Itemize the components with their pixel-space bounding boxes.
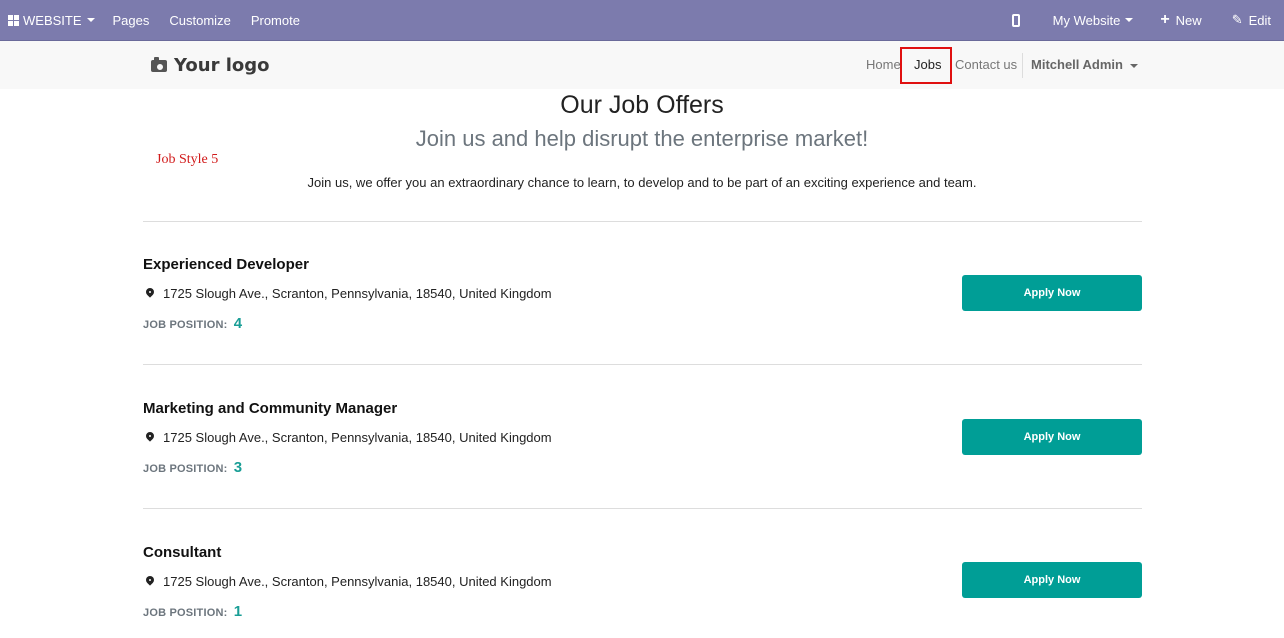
pencil-icon: ✎: [1231, 12, 1243, 27]
job-title[interactable]: Marketing and Community Manager: [143, 400, 397, 417]
job-position-label: JOB POSITION:: [143, 319, 228, 331]
divider: [143, 508, 1142, 509]
job-position: JOB POSITION: 4: [143, 315, 242, 332]
job-card: Marketing and Community Manager 1725 Slo…: [143, 400, 1142, 480]
promote-menu[interactable]: Promote: [241, 0, 310, 40]
page-title: Our Job Offers: [560, 91, 724, 119]
job-address: 1725 Slough Ave., Scranton, Pennsylvania…: [146, 286, 552, 301]
job-position-count: 3: [233, 459, 243, 476]
map-marker-icon: [146, 432, 154, 443]
job-position-label: JOB POSITION:: [143, 463, 228, 475]
job-position: JOB POSITION: 3: [143, 459, 242, 476]
new-button[interactable]: + New: [1146, 0, 1215, 40]
logo-text: Your logo: [174, 55, 270, 76]
job-position-count: 4: [233, 315, 243, 332]
apply-now-button[interactable]: Apply Now: [962, 419, 1142, 455]
website-menu[interactable]: WEBSITE: [0, 0, 103, 40]
mobile-phone-icon: [1011, 13, 1020, 27]
site-logo[interactable]: Your logo: [151, 55, 270, 76]
my-website-label: My Website: [1052, 12, 1121, 28]
user-name: Mitchell Admin: [1031, 57, 1123, 72]
job-address-text: 1725 Slough Ave., Scranton, Pennsylvania…: [163, 574, 552, 589]
plus-icon: +: [1160, 11, 1170, 28]
new-label: New: [1175, 12, 1202, 28]
website-menu-label: WEBSITE: [23, 12, 82, 28]
edit-button[interactable]: ✎ Edit: [1216, 0, 1284, 40]
apps-grid-icon: [8, 14, 19, 26]
chevron-down-icon: [1125, 18, 1134, 22]
job-title[interactable]: Experienced Developer: [143, 256, 309, 273]
job-position: JOB POSITION: 1: [143, 603, 242, 620]
job-position-label: JOB POSITION:: [143, 607, 228, 619]
mobile-preview-button[interactable]: [994, 0, 1040, 40]
page-subtitle: Join us and help disrupt the enterprise …: [415, 126, 869, 151]
edit-label: Edit: [1248, 12, 1271, 28]
site-header: Your logo Home Jobs Contact us Mitchell …: [0, 40, 1284, 89]
job-address-text: 1725 Slough Ave., Scranton, Pennsylvania…: [163, 286, 552, 301]
chevron-down-icon: [86, 18, 95, 22]
map-marker-icon: [146, 288, 154, 299]
admin-bar: WEBSITE Pages Customize Promote My Websi…: [0, 0, 1284, 40]
my-website-menu[interactable]: My Website: [1040, 0, 1147, 40]
divider: [143, 221, 1142, 222]
customize-menu[interactable]: Customize: [159, 0, 240, 40]
nav-item-home[interactable]: Home: [866, 41, 901, 89]
intro-text: Join us, we offer you an extraordinary c…: [307, 175, 977, 190]
job-position-count: 1: [233, 603, 243, 620]
nav-divider: [1022, 53, 1023, 78]
pages-menu[interactable]: Pages: [103, 0, 160, 40]
job-address: 1725 Slough Ave., Scranton, Pennsylvania…: [146, 574, 552, 589]
camera-icon: [151, 56, 167, 72]
nav-item-contact[interactable]: Contact us: [955, 41, 1017, 89]
apply-now-button[interactable]: Apply Now: [962, 562, 1142, 598]
nav-item-jobs[interactable]: Jobs: [914, 41, 941, 89]
job-address-text: 1725 Slough Ave., Scranton, Pennsylvania…: [163, 430, 552, 445]
job-card: Consultant 1725 Slough Ave., Scranton, P…: [143, 544, 1142, 624]
chevron-down-icon: [1129, 63, 1138, 68]
divider: [143, 364, 1142, 365]
user-menu[interactable]: Mitchell Admin: [1031, 41, 1138, 89]
job-style-label: Job Style 5: [156, 152, 219, 167]
job-address: 1725 Slough Ave., Scranton, Pennsylvania…: [146, 430, 552, 445]
apply-now-button[interactable]: Apply Now: [962, 275, 1142, 311]
job-title[interactable]: Consultant: [143, 544, 221, 561]
map-marker-icon: [146, 576, 154, 587]
job-card: Experienced Developer 1725 Slough Ave., …: [143, 256, 1142, 336]
